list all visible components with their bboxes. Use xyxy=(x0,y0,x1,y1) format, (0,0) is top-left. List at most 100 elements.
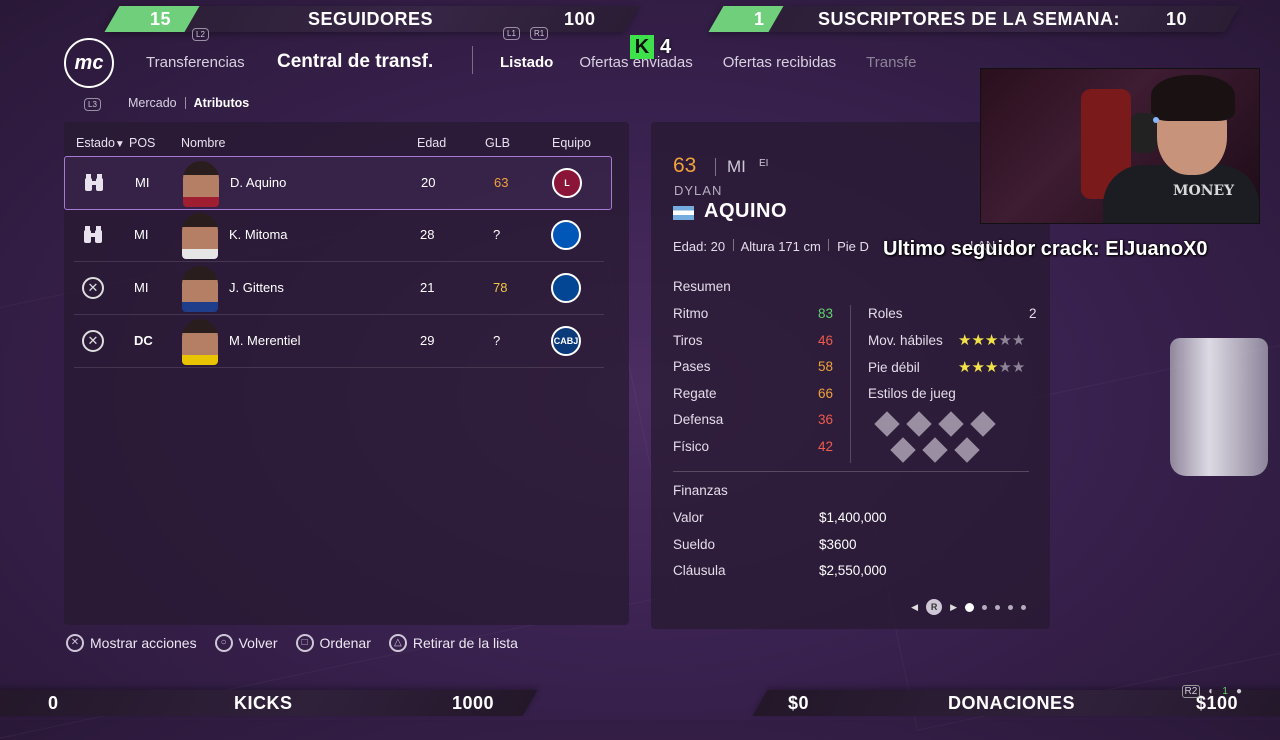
table-row[interactable]: MI D. Aquino 20 63 L xyxy=(64,156,612,210)
row-position: MI xyxy=(134,227,149,242)
star-empty-icon: ★ xyxy=(998,359,1012,376)
page-dot-active[interactable] xyxy=(965,602,974,612)
kicks-goal: 1000 xyxy=(452,693,495,713)
hint-ordenar[interactable]: □ Ordenar xyxy=(295,634,371,652)
hint-retirar-de-la-lista[interactable]: △ Retirar de la lista xyxy=(388,634,518,652)
hint-label: Volver xyxy=(238,635,278,651)
finances-divider xyxy=(673,471,1029,472)
star-filled-icon: ★ xyxy=(984,359,999,376)
star-empty-icon: ★ xyxy=(1011,359,1026,376)
star-filled-icon: ★ xyxy=(971,359,985,376)
tab-transferencias[interactable]: Transfe xyxy=(866,54,916,71)
shirt-text: MONEY xyxy=(1173,183,1235,199)
row-age: 20 xyxy=(421,175,436,190)
height-label: Altura xyxy=(740,239,775,254)
roles-label: Roles xyxy=(868,306,903,321)
wage-amount: $3600 xyxy=(819,537,857,552)
page-dot[interactable] xyxy=(1021,604,1026,610)
binoculars-icon xyxy=(83,172,105,194)
bio-divider xyxy=(732,239,734,251)
tab-ofertas-recibidas[interactable]: Ofertas recibidas xyxy=(723,54,836,71)
hint-volver[interactable]: ○ Volver xyxy=(214,634,278,652)
page-title-wrap: Central de transf. xyxy=(277,40,433,84)
row-rating: ? xyxy=(493,333,501,348)
col-glb[interactable]: GLB xyxy=(485,136,510,150)
r1-button-icon: R1 xyxy=(530,27,549,40)
argentina-flag-icon xyxy=(673,206,694,220)
skill-moves-label: Mov. hábiles xyxy=(868,333,943,348)
subnav-mercado[interactable]: Mercado xyxy=(128,96,177,110)
followers-current: 15 xyxy=(150,9,172,29)
row-position: MI xyxy=(134,280,149,295)
last-follower-text: Ultimo seguidor crack: ElJuanoX0 xyxy=(883,238,1208,260)
row-age: 21 xyxy=(420,280,435,295)
stat-value: 83 xyxy=(818,306,834,321)
tab-ofertas-enviadas[interactable]: Ofertas enviadas xyxy=(579,54,692,71)
stat-label: Defensa xyxy=(673,412,724,428)
col-nombre[interactable]: Nombre xyxy=(181,136,225,150)
playstyle-icon[interactable] xyxy=(954,437,980,463)
col-equipo[interactable]: Equipo xyxy=(552,136,591,150)
stat-value: 66 xyxy=(818,385,834,401)
section-label[interactable]: Transferencias xyxy=(146,54,245,71)
skill-moves-stars: ★★★★★ xyxy=(958,331,1025,350)
section-nav: Transferencias xyxy=(146,40,245,84)
col-estado[interactable]: Estado▼ xyxy=(76,136,125,150)
tab-listado[interactable]: Listado xyxy=(500,54,553,71)
stat-value: 36 xyxy=(818,412,834,428)
foot-value: D xyxy=(859,239,869,254)
hint-mostrar-acciones[interactable]: ✕ Mostrar acciones xyxy=(66,634,197,652)
player-avatar xyxy=(182,213,218,259)
arrow-left-icon[interactable]: ◀ xyxy=(911,602,918,613)
playstyle-icon[interactable] xyxy=(906,411,932,437)
subnav-atributos[interactable]: Atributos xyxy=(194,96,250,110)
page-dot[interactable] xyxy=(982,604,987,610)
player-last-name: AQUINO xyxy=(704,200,787,222)
table-row[interactable]: ✕ MI J. Gittens 21 78 xyxy=(74,262,604,315)
col-pos[interactable]: POS xyxy=(129,136,155,150)
playstyle-icon[interactable] xyxy=(970,411,996,437)
cross-icon: ✕ xyxy=(82,330,104,352)
page-dot[interactable] xyxy=(995,604,1000,610)
playstyle-icon[interactable] xyxy=(890,437,916,463)
app-logo: mc xyxy=(64,38,114,88)
sort-arrow-icon: ▼ xyxy=(114,139,125,150)
table-row[interactable]: MI K. Mitoma 28 ? xyxy=(74,209,604,262)
playstyle-icon[interactable] xyxy=(874,411,900,437)
playstyle-icon[interactable] xyxy=(922,437,948,463)
weak-foot-label: Pie débil xyxy=(868,360,920,375)
followers-goal: 100 xyxy=(564,9,596,29)
playstyle-icon[interactable] xyxy=(938,411,964,437)
stat-value: 46 xyxy=(818,332,834,348)
boca-crest-icon: CABJ xyxy=(551,326,581,356)
player-first-name: DYLAN xyxy=(674,183,723,198)
crest-text: CABJ xyxy=(553,336,579,346)
stat-label: Regate xyxy=(673,385,717,401)
stat-label: Físico xyxy=(673,439,710,454)
age-value: 20 xyxy=(710,239,726,254)
page-dot[interactable] xyxy=(1008,604,1013,610)
followers-goal-bar: 15 SEGUIDORES 100 xyxy=(104,6,640,32)
star-filled-icon: ★ xyxy=(958,332,972,349)
glass-image xyxy=(1170,338,1268,476)
table-row[interactable]: ✕ DC M. Merentiel 29 ? CABJ xyxy=(74,315,604,368)
value-amount: $1,400,000 xyxy=(819,510,887,525)
r-stick-icon: R xyxy=(926,599,943,615)
col-edad[interactable]: Edad xyxy=(417,136,446,150)
foot-label: Pie xyxy=(837,239,856,254)
player-rating: 63 xyxy=(673,154,697,177)
star-filled-icon: ★ xyxy=(984,332,999,349)
subs-goal-bar: 1 SUSCRIPTORES DE LA SEMANA: 10 xyxy=(708,6,1240,32)
subnav-divider xyxy=(184,97,186,109)
headset-light xyxy=(1153,117,1159,123)
weak-foot-stars: ★★★★★ xyxy=(958,358,1025,377)
crest-text: L xyxy=(564,178,570,188)
row-age: 29 xyxy=(420,333,435,348)
subs-label: SUSCRIPTORES DE LA SEMANA: xyxy=(818,9,1121,29)
page-indicator[interactable]: ◀ R ▶ xyxy=(911,599,1026,615)
player-position: MI xyxy=(727,157,746,176)
star-empty-icon: ★ xyxy=(1011,332,1026,349)
row-rating: ? xyxy=(493,227,501,242)
col-estado-label: Estado xyxy=(76,136,115,150)
arrow-right-icon[interactable]: ▶ xyxy=(950,602,957,613)
